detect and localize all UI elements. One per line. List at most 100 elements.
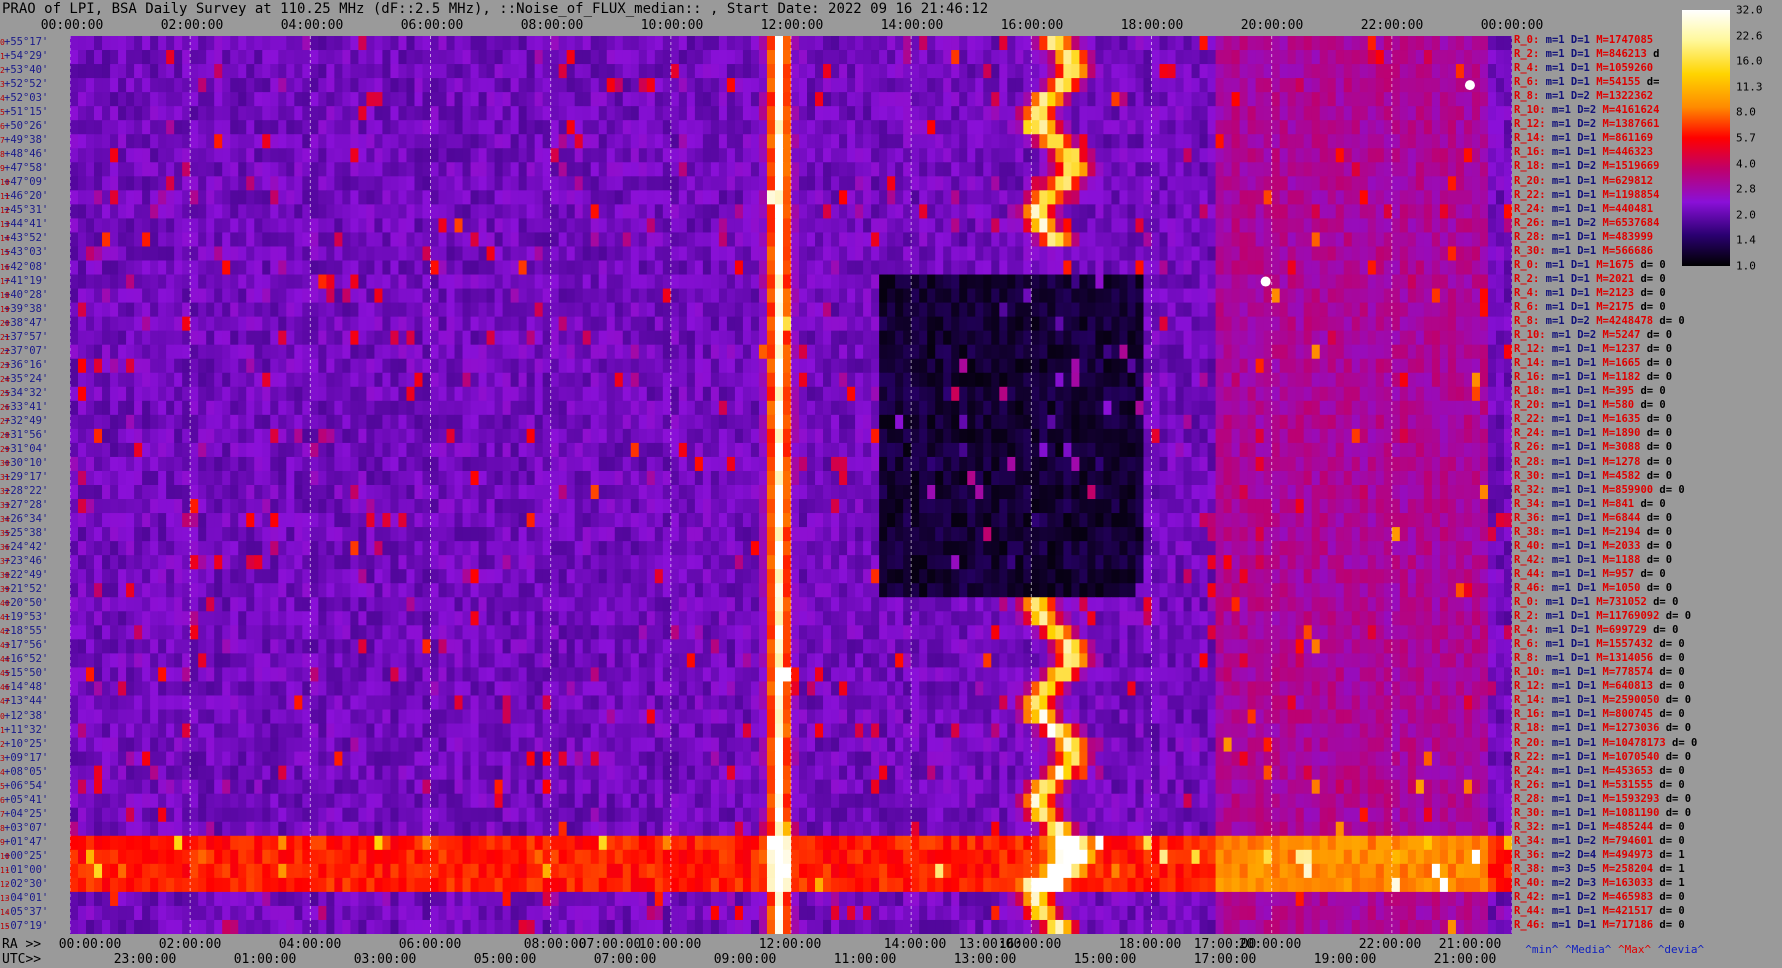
- heatmap-plot: [70, 36, 1512, 934]
- beam-max: M=731052: [1589, 596, 1647, 608]
- beam-max: M=10478173: [1596, 736, 1666, 749]
- beam-minmed: m=1 D=1: [1545, 455, 1597, 468]
- beam-minmed: m=1 D=1: [1545, 905, 1597, 918]
- beam-index: 4: [0, 94, 5, 104]
- beam-minmed: m=1 D=2: [1545, 216, 1597, 229]
- beam-devia: d= 0: [1653, 680, 1685, 693]
- dec-tick: +40°28': [4, 288, 49, 301]
- dec-tick: +47°09': [4, 176, 49, 189]
- beam-max: M=4248478: [1589, 315, 1654, 327]
- beam-minmed: m=1 D=1: [1545, 581, 1597, 594]
- beam-id: R_24:: [1514, 202, 1546, 215]
- beam-index: 19: [0, 304, 10, 314]
- beam-max: M=1278: [1596, 455, 1641, 468]
- beam-minmed: m=1 D=1: [1545, 385, 1597, 398]
- beam-max: M=453653: [1596, 764, 1654, 777]
- ra-tick: 02:00:00: [158, 937, 222, 952]
- utc-tick: 03:00:00: [353, 952, 417, 967]
- beam-minmed: m=1 D=1: [1545, 820, 1597, 833]
- beam-minmed: m=1 D=1: [1539, 624, 1590, 637]
- dec-tick: +16°52': [4, 653, 49, 666]
- dec-tick: +05°41': [4, 793, 49, 806]
- beam-devia: d=: [1640, 76, 1660, 89]
- beam-index: 2: [0, 66, 5, 76]
- beam-devia: d= 0: [1640, 511, 1673, 524]
- beam-id: R_28:: [1514, 792, 1546, 805]
- beam-id: R_2:: [1514, 272, 1540, 285]
- beam-id: R_12:: [1514, 118, 1546, 131]
- beam-index: 47: [0, 697, 10, 707]
- dec-tick: +10°25': [4, 737, 49, 750]
- beam-index: 25: [0, 388, 10, 398]
- beam-stat-row: R_24: m=1 D=1 M=440481: [1514, 203, 1653, 215]
- beam-id: R_12:: [1514, 343, 1546, 356]
- beam-index: 31: [0, 472, 10, 482]
- dec-tick: +34°32': [4, 386, 49, 399]
- dec-tick: -02°30': [4, 877, 49, 890]
- beam-max: M=465983: [1596, 891, 1654, 904]
- beam-max: M=485244: [1596, 820, 1654, 833]
- beam-id: R_4:: [1514, 62, 1540, 75]
- beam-devia: d= 0: [1659, 610, 1692, 623]
- beam-max: M=861169: [1596, 132, 1654, 145]
- beam-stat-row: R_18: m=1 D=1 M=395 d= 0: [1514, 385, 1666, 397]
- beam-max: M=1675: [1589, 258, 1635, 271]
- beam-id: R_20:: [1514, 736, 1546, 749]
- beam-devia: d= 0: [1640, 553, 1673, 566]
- beam-max: M=6844: [1596, 511, 1641, 524]
- beam-max: M=483999: [1596, 230, 1654, 243]
- beam-minmed: m=1 D=1: [1539, 286, 1590, 299]
- beam-id: R_10:: [1514, 329, 1546, 342]
- dec-tick: +53°40': [4, 64, 49, 77]
- colorbar-tick: 16.0: [1736, 54, 1763, 68]
- beam-id: R_30:: [1514, 244, 1546, 257]
- beam-minmed: m=1 D=1: [1539, 596, 1590, 608]
- beam-stat-row: R_34: m=1 D=2 M=794601 d= 0: [1514, 835, 1685, 847]
- beam-id: R_32:: [1514, 483, 1546, 496]
- dec-tick: +29°17': [4, 470, 49, 483]
- beam-index: 29: [0, 444, 10, 454]
- beam-id: R_16:: [1514, 708, 1546, 721]
- beam-minmed: m=1 D=1: [1545, 413, 1597, 426]
- point-source: [1464, 80, 1475, 91]
- beam-max: M=778574: [1596, 666, 1654, 679]
- beam-max: M=2033: [1596, 539, 1641, 552]
- beam-devia: d= 0: [1659, 792, 1692, 805]
- beam-id: R_24:: [1514, 427, 1546, 440]
- beam-max: M=1519669: [1596, 160, 1660, 173]
- beam-minmed: m=1 D=1: [1545, 708, 1597, 721]
- beam-max: M=1059260: [1589, 62, 1654, 75]
- dec-tick: +43°52': [4, 232, 49, 245]
- beam-devia: d= 0: [1653, 764, 1685, 777]
- dec-tick: +43°03': [4, 246, 49, 259]
- ra-tick: 21:00:00: [1438, 937, 1502, 952]
- beam-index: 10: [0, 851, 10, 861]
- beam-minmed: m=1 D=1: [1545, 343, 1597, 356]
- declination-axis: +55°17' 0 +54°29' 1 +53°40' 2 +52°52' 3 +52°03' 4…: [0, 36, 70, 934]
- beam-stat-row: R_28: m=1 D=1 M=1593293 d= 0: [1514, 793, 1691, 805]
- beam-index: 43: [0, 641, 10, 651]
- beam-devia: d= 0: [1653, 708, 1685, 721]
- beam-index: 39: [0, 585, 10, 595]
- ra-axis: 00:00:00 02:00:00 04:00:00 06:00:00 08:00:00…: [0, 937, 1520, 953]
- beam-id: R_28:: [1514, 455, 1546, 468]
- dec-tick: +37°57': [4, 330, 49, 343]
- beam-devia: d= 1: [1653, 862, 1685, 875]
- colorbar-tick: 1.0: [1736, 259, 1756, 273]
- beam-minmed: m=1 D=1: [1545, 792, 1597, 805]
- beam-stat-row: R_8: m=1 D=2 M=4248478 d= 0: [1514, 315, 1685, 327]
- beam-id: R_26:: [1514, 441, 1546, 454]
- beam-minmed: m=1 D=1: [1539, 76, 1590, 89]
- dec-tick: +25°38': [4, 527, 49, 540]
- ra-tick: 22:00:00: [1358, 937, 1422, 952]
- ra-tick: 14:00:00: [883, 937, 947, 952]
- beam-index: 10: [0, 178, 10, 188]
- beam-minmed: m=1 D=1: [1539, 258, 1590, 271]
- beam-minmed: m=1 D=1: [1545, 202, 1597, 215]
- beam-index: 44: [0, 655, 10, 665]
- beam-devia: d= 0: [1653, 638, 1685, 651]
- beam-devia: d= 0: [1659, 806, 1692, 819]
- beam-max: M=629812: [1596, 174, 1654, 187]
- beam-max: M=846213: [1589, 48, 1647, 61]
- beam-id: R_0:: [1514, 34, 1540, 46]
